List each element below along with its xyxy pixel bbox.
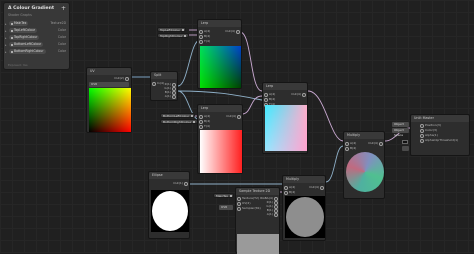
- lerp-top-node[interactable]: Lerp A(4) B(4) T(4) Out(4): [197, 19, 242, 89]
- input-port[interactable]: B(4): [199, 34, 210, 40]
- wire: [307, 90, 344, 142]
- lerp-preview: [265, 105, 307, 151]
- output-port[interactable]: Out(1): [173, 181, 188, 187]
- expand-triangle-icon[interactable]: ▸: [5, 50, 7, 54]
- property-chip[interactable]: MainTex: [9, 21, 29, 26]
- input-port[interactable]: A(4): [345, 141, 356, 147]
- blackboard-panel[interactable]: A Colour Gradient + Shader Graphs ▸ Main…: [3, 2, 70, 70]
- expand-triangle-icon[interactable]: ▸: [5, 36, 7, 40]
- blackboard-property[interactable]: ▸ BottomLeftColour Color: [5, 42, 68, 48]
- property-type: Color: [57, 35, 66, 39]
- blackboard-subtitle: Shader Graphs: [8, 13, 32, 17]
- input-port[interactable]: B(4): [284, 190, 295, 196]
- property-chip[interactable]: TopRightColour: [9, 35, 40, 40]
- property-chip[interactable]: BottomLeftColour: [9, 42, 44, 47]
- add-property-icon[interactable]: +: [61, 5, 66, 12]
- blackboard-title: A Colour Gradient: [8, 6, 55, 11]
- texture-preview: [237, 234, 279, 254]
- blackboard-property[interactable]: ▸ TopRightColour Color: [5, 35, 68, 41]
- input-port[interactable]: B(4): [264, 97, 275, 103]
- wire: [239, 31, 263, 92]
- property-chip[interactable]: BottomRightColour: [9, 49, 46, 54]
- blackboard-property[interactable]: ▸ MainTex Texture2D: [5, 21, 68, 27]
- wire: [177, 90, 263, 101]
- blackboard-property[interactable]: ▸ TopLeftColour Color: [5, 28, 68, 34]
- property-type: Texture2D: [50, 21, 66, 25]
- input-port[interactable]: Texture(T2): [237, 196, 259, 202]
- input-port[interactable]: A(4): [264, 92, 275, 98]
- node-title: Sample Texture 2D: [236, 188, 279, 195]
- input-port[interactable]: Alpha(1): [420, 133, 438, 139]
- uv-preview: [89, 88, 131, 132]
- input-port[interactable]: UV(2): [237, 201, 251, 207]
- property-type: Color: [57, 49, 66, 53]
- property-type: Color: [57, 28, 66, 32]
- blackboard-property[interactable]: ▸ BottomRightColour Color: [5, 49, 68, 55]
- ellipse-node[interactable]: Ellipse Out(1): [148, 171, 190, 239]
- multiply-final-node[interactable]: Multiply A(4) B(4) Out(4): [343, 131, 385, 199]
- input-port[interactable]: B(4): [199, 119, 210, 125]
- input-port[interactable]: Color(3): [420, 128, 437, 134]
- input-port[interactable]: A(4): [199, 114, 210, 120]
- alpha-field[interactable]: [402, 146, 409, 151]
- output-port[interactable]: Out(4): [291, 92, 306, 98]
- input-port[interactable]: A(4): [199, 29, 210, 35]
- node-title: Multiply: [344, 132, 384, 139]
- property-chip[interactable]: TopLeftColour: [9, 28, 38, 33]
- property-node-chip[interactable]: TopLeftColour: [157, 27, 187, 32]
- multiply-mid-node[interactable]: Multiply A(4) B(4) Out(4): [282, 175, 326, 241]
- node-title: UV: [87, 68, 131, 75]
- output-port[interactable]: A(1): [165, 94, 177, 100]
- lerp-bottom-node[interactable]: Lerp A(4) B(4) T(4) Out(4): [197, 104, 243, 174]
- property-node-chip[interactable]: BottomRightColour: [160, 119, 198, 124]
- output-port[interactable]: A(1): [267, 212, 279, 218]
- uv-channel-field[interactable]: UV0: [219, 205, 233, 210]
- node-title: Lerp: [198, 105, 242, 112]
- output-port[interactable]: Out(4): [225, 29, 240, 35]
- ellipse-preview: [151, 190, 189, 232]
- unlit-master-node[interactable]: Unlit Master Position(3) Color(3) Alpha(…: [410, 114, 470, 156]
- node-title: Split: [151, 72, 177, 79]
- lerp-preview: [200, 46, 241, 88]
- node-title: Lerp: [263, 83, 307, 90]
- input-port[interactable]: A(4): [284, 185, 295, 191]
- uv-channel-dropdown[interactable]: UV0: [89, 82, 129, 87]
- property-node-chip[interactable]: MainTex: [213, 193, 235, 198]
- expand-triangle-icon[interactable]: ▸: [5, 43, 7, 47]
- position-space-field[interactable]: Object Space: [392, 122, 409, 131]
- multiply-preview: [346, 152, 384, 192]
- property-node-chip[interactable]: TopRightColour: [157, 33, 189, 38]
- output-port[interactable]: Out(2): [114, 76, 129, 82]
- node-title: Lerp: [198, 20, 241, 27]
- input-port[interactable]: Position(3): [420, 123, 441, 129]
- sample-texture-node[interactable]: Sample Texture 2D Texture(T2) UV(2) Samp…: [235, 187, 280, 254]
- output-port[interactable]: Out(4): [368, 141, 383, 147]
- output-port[interactable]: Out(4): [309, 185, 324, 191]
- normal-space-field[interactable]: Object Space: [392, 128, 409, 137]
- multiply-preview: [285, 196, 325, 238]
- node-title: Unlit Master: [411, 115, 469, 122]
- input-port[interactable]: Sampler(SS): [237, 206, 261, 212]
- expand-triangle-icon[interactable]: ▸: [5, 22, 7, 26]
- node-title: Ellipse: [149, 172, 189, 179]
- wire: [241, 95, 263, 115]
- property-node-chip[interactable]: BottomLeftColour: [160, 113, 196, 118]
- node-title: Multiply: [283, 176, 325, 183]
- uv-node[interactable]: UV Out(2) UV0: [86, 67, 132, 133]
- split-node[interactable]: Split In(4) R(1) G(1) B(1) A(1): [150, 71, 178, 101]
- wire: [325, 145, 344, 183]
- blackboard-footer: Exposed: Yes: [8, 63, 28, 67]
- input-port[interactable]: AlphaClipThreshold(1): [420, 138, 458, 144]
- input-port[interactable]: In(4): [152, 81, 164, 87]
- expand-triangle-icon[interactable]: ▸: [5, 29, 7, 33]
- lerp-preview: [200, 130, 242, 173]
- color-swatch[interactable]: [402, 140, 408, 144]
- input-port[interactable]: T(4): [199, 124, 210, 130]
- output-port[interactable]: Out(4): [226, 114, 241, 120]
- property-type: Color: [57, 42, 66, 46]
- input-port[interactable]: B(4): [345, 146, 356, 152]
- input-port[interactable]: T(4): [199, 39, 210, 45]
- lerp-final-node[interactable]: Lerp A(4) B(4) T(4) Out(4): [262, 82, 308, 154]
